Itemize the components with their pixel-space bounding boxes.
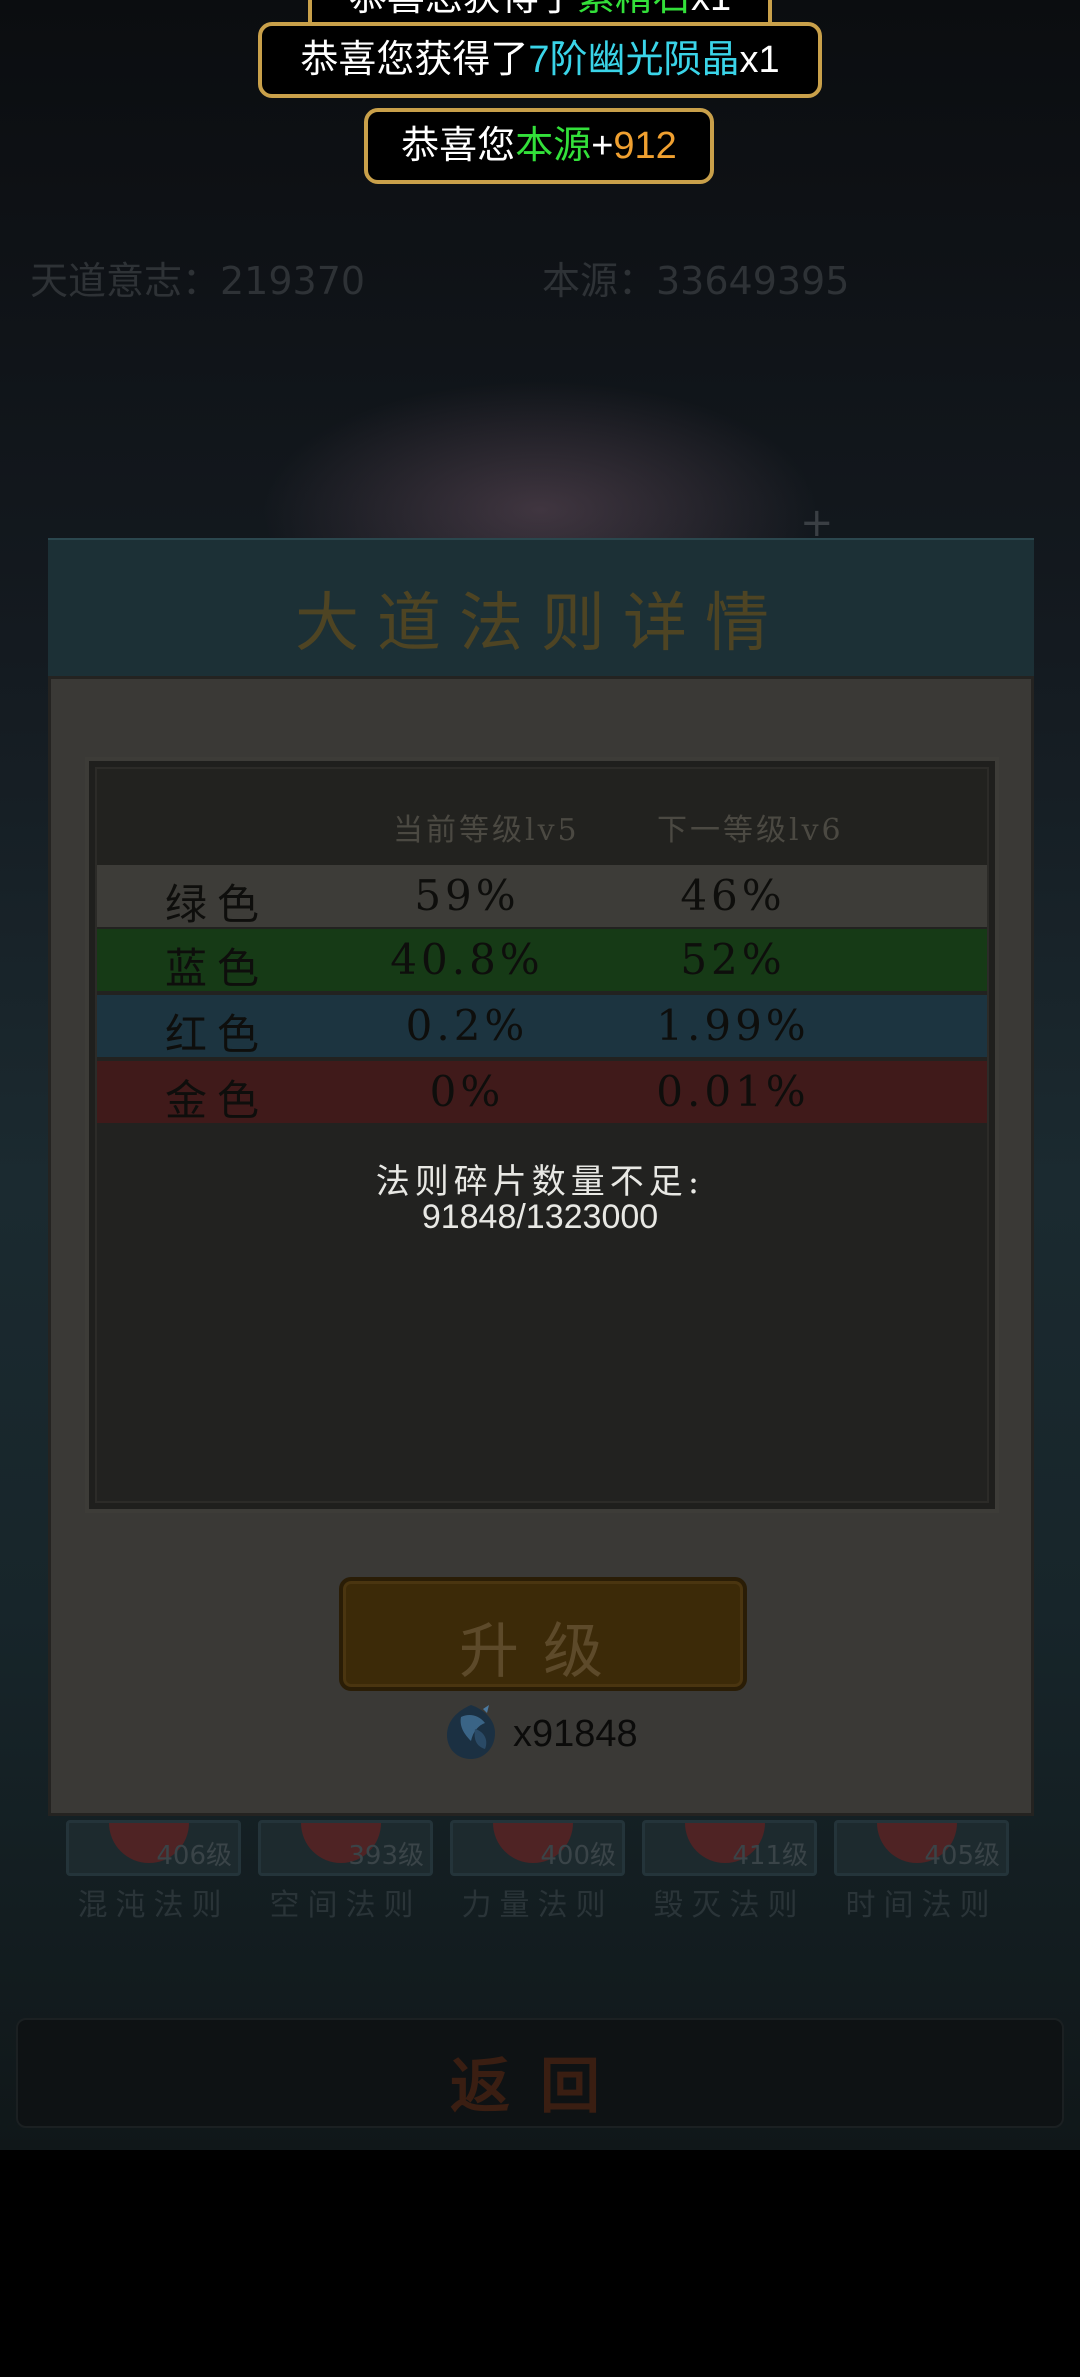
toast-prefix: 恭喜您获得了 (349, 0, 577, 19)
toast-suffix: x1 (739, 39, 780, 81)
heaven-will-stat: 天道意志：219370 (30, 259, 366, 303)
law-names: 混沌法则 空间法则 力量法则 毁灭法则 时间法则 (66, 1880, 1016, 1930)
next-rate: 46% (680, 871, 786, 920)
law-level: 393级 (348, 1841, 424, 1871)
law-detail-modal: 当前等级lv5 下一等级lv6 绿色 59% 46% 蓝色 40.8% 52% 红色 0.2%… (48, 676, 1034, 1816)
source-stat: 本源：33649395 (542, 259, 850, 303)
current-rate: 0.2% (405, 1001, 529, 1050)
table-header: 当前等级lv5 下一等级lv6 (97, 769, 987, 865)
law-card-time[interactable]: 405级 (834, 1820, 1009, 1876)
toast-item: 7阶幽光陨晶 (528, 39, 740, 81)
col-current-level: 当前等级lv5 (393, 813, 580, 848)
law-name: 力量法则 (461, 1888, 614, 1923)
rarity-name: 金色 (165, 1076, 270, 1125)
back-button-label: 返回 (450, 2052, 630, 2122)
toast-prefix: 恭喜您获得了 (300, 39, 529, 81)
law-name: 毁灭法则 (653, 1888, 806, 1923)
rate-row: 绿色 59% 46% (97, 865, 987, 929)
law-card-power[interactable]: 400级 (450, 1820, 625, 1876)
law-card-chaos[interactable]: 406级 (66, 1820, 241, 1876)
next-rate: 0.01% (656, 1067, 810, 1116)
law-name: 混沌法则 (77, 1888, 230, 1923)
next-rate: 52% (680, 935, 786, 984)
toast-item: 本源 (515, 125, 592, 167)
back-button[interactable]: 返回 (16, 2018, 1064, 2128)
law-level: 400级 (540, 1841, 616, 1871)
law-level: 405级 (924, 1841, 1000, 1871)
rarity-name: 蓝色 (165, 944, 270, 993)
col-next-level: 下一等级lv6 (657, 813, 844, 848)
rarity-name: 绿色 (165, 880, 270, 929)
rate-row: 蓝色 40.8% 52% (97, 929, 987, 993)
toast-amount: 912 (613, 125, 677, 167)
reward-toast: 恭喜您获得了7阶幽光陨晶x1 (258, 22, 822, 98)
rate-table-inner: 当前等级lv5 下一等级lv6 绿色 59% 46% 蓝色 40.8% 52% 红色 0.2%… (95, 767, 989, 1503)
upgrade-button[interactable]: 升级 (339, 1577, 747, 1691)
modal-header: 大道法则详情 (48, 538, 1034, 676)
modal-title: 大道法则详情 (295, 587, 787, 661)
toast-item: 紫精石 (577, 0, 691, 19)
reward-toast: 恭喜您本源+912 (364, 108, 714, 184)
law-level: 406级 (156, 1841, 232, 1871)
law-level: 411级 (732, 1841, 808, 1871)
law-card-destruction[interactable]: 411级 (642, 1820, 817, 1876)
rarity-name: 红色 (165, 1010, 270, 1059)
upgrade-button-label: 升级 (459, 1617, 627, 1687)
insufficient-fragments-notice: 法则碎片数量不足: (375, 1162, 705, 1202)
law-card-space[interactable]: 393级 (258, 1820, 433, 1876)
rate-table: 当前等级lv5 下一等级lv6 绿色 59% 46% 蓝色 40.8% 52% 红色 0.2%… (85, 757, 999, 1513)
toast-suffix: + (591, 125, 614, 167)
current-rate: 40.8% (390, 935, 544, 984)
law-name: 时间法则 (845, 1888, 998, 1923)
fragment-gem-icon (447, 1705, 495, 1759)
current-rate: 59% (414, 871, 520, 920)
law-name: 空间法则 (269, 1888, 422, 1923)
rate-row: 金色 0% 0.01% (97, 1061, 987, 1125)
rate-row: 红色 0.2% 1.99% (97, 995, 987, 1059)
toast-suffix: x1 (691, 0, 731, 19)
cost-quantity: x91848 (513, 1713, 638, 1755)
fragment-progress: 91848/1323000 (421, 1198, 659, 1236)
current-rate: 0% (429, 1067, 505, 1116)
law-list: 406级 393级 400级 411级 405级 (66, 1820, 1016, 1880)
toast-prefix: 恭喜您 (401, 125, 516, 167)
next-rate: 1.99% (656, 1001, 810, 1050)
